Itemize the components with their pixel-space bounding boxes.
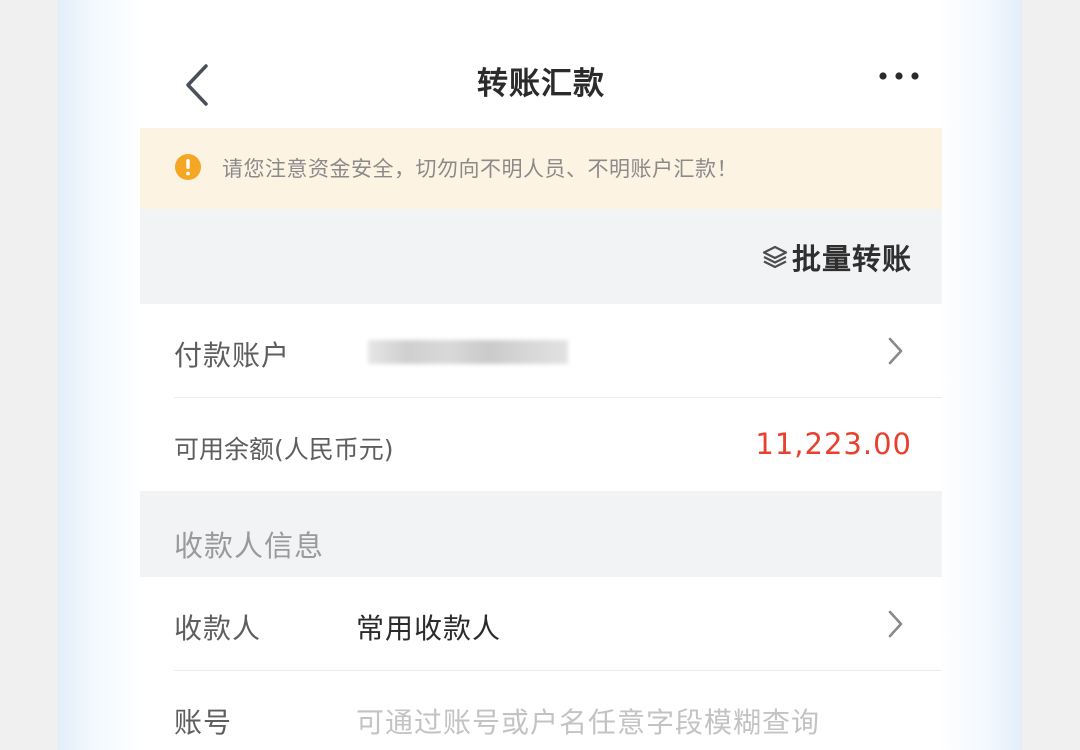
account-number-label: 账号 — [174, 706, 233, 739]
payer-account-row[interactable]: 付款账户 — [140, 304, 942, 398]
page-title: 转账汇款 — [477, 66, 605, 102]
account-number-row[interactable]: 账号 可通过账号或户名任意字段模糊查询 — [140, 671, 942, 750]
payee-value: 常用收款人 — [356, 612, 502, 645]
payee-section-title: 收款人信息 — [174, 529, 325, 563]
nav-bar: 转账汇款 — [140, 0, 942, 128]
payee-row[interactable]: 收款人 常用收款人 — [140, 577, 942, 671]
more-dots-icon[interactable] — [878, 66, 920, 86]
chevron-right-icon[interactable] — [886, 609, 904, 639]
batch-transfer-band: 批量转账 — [140, 209, 942, 304]
batch-transfer-button[interactable]: 批量转账 — [762, 239, 912, 276]
exclamation-circle-icon — [175, 154, 201, 180]
available-balance-value: 11,223.00 — [755, 427, 912, 461]
batch-transfer-label: 批量转账 — [791, 242, 912, 276]
layers-icon — [762, 245, 788, 269]
available-balance-label: 可用余额(人民币元) — [174, 435, 394, 464]
payee-section-header: 收款人信息 — [140, 491, 942, 577]
chevron-right-icon[interactable] — [886, 336, 904, 366]
warning-text: 请您注意资金安全，切勿向不明人员、不明账户汇款！ — [222, 157, 738, 181]
payee-label: 收款人 — [174, 612, 262, 645]
safety-warning-banner: 请您注意资金安全，切勿向不明人员、不明账户汇款！ — [140, 128, 942, 209]
payer-account-label: 付款账户 — [174, 339, 291, 372]
available-balance-row: 可用余额(人民币元) 11,223.00 — [140, 398, 942, 491]
transfer-screen: 转账汇款 请您注意资金安全，切勿向不明人员、不明账户汇款！ 批量转账 付款账户 — [140, 0, 942, 750]
account-number-input[interactable]: 可通过账号或户名任意字段模糊查询 — [356, 701, 820, 741]
masked-account-number — [368, 340, 568, 364]
